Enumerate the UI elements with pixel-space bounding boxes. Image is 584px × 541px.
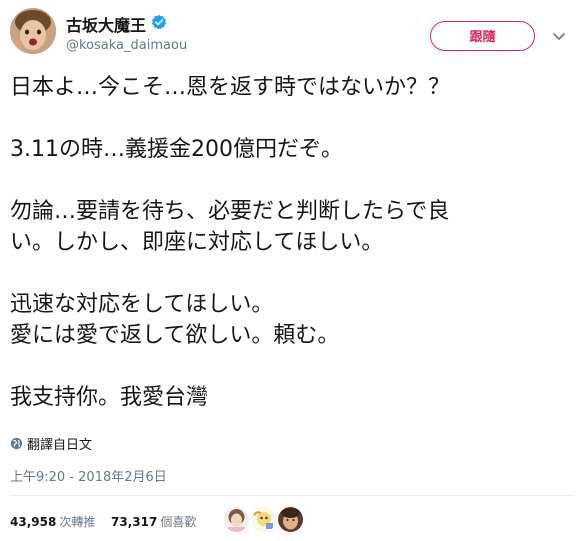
tweet-text: 日本よ…今こそ…恩を返す時ではないか？？ 3.11の時…義援金200億円だぞ。勿論… <box>10 72 575 413</box>
tweet-line: い。しかし、即座に対応してほしい。 <box>10 230 384 255</box>
verified-badge-icon <box>151 14 167 30</box>
retweet-label: 次轉推 <box>59 515 96 529</box>
user-handle[interactable]: @kosaka_daimaou <box>66 38 187 53</box>
globe-icon <box>10 437 23 450</box>
follow-button[interactable]: 跟隨 <box>430 21 535 51</box>
profile-photo-icon <box>10 8 56 54</box>
tweet-line: 3.11の時…義援金200億円だぞ。 <box>10 137 343 162</box>
tweet-card: 古坂大魔王 @kosaka_daimaou 跟隨 日本よ…今こそ…恩を返す時では… <box>0 0 584 541</box>
like-label: 個喜歡 <box>160 515 197 529</box>
profile-photo-icon <box>224 507 249 532</box>
like-stat[interactable]: 73,317 個喜歡 <box>111 513 196 530</box>
like-count: 73,317 <box>111 515 158 529</box>
divider <box>10 495 574 496</box>
tweet-line: 勿論…要請を待ち、必要だと判断したらで良 <box>10 199 450 224</box>
profile-photo-icon <box>278 507 303 532</box>
liker-avatar[interactable] <box>249 505 278 534</box>
retweet-count: 43,958 <box>10 515 57 529</box>
tweet-line: 我支持你。我愛台灣 <box>10 385 209 410</box>
timestamp[interactable]: 上午9:20 - 2018年2月6日 <box>10 466 167 485</box>
chevron-down-icon[interactable] <box>552 29 566 43</box>
translate-link[interactable]: 翻譯自日文 <box>27 434 92 453</box>
display-name[interactable]: 古坂大魔王 <box>66 12 146 36</box>
retweet-stat[interactable]: 43,958 次轉推 <box>10 513 95 530</box>
liker-avatar[interactable] <box>222 505 251 534</box>
avatar[interactable] <box>10 8 56 54</box>
profile-photo-icon <box>251 507 276 532</box>
tweet-line: 迅速な対応をしてほしい。 <box>10 292 274 317</box>
tweet-line: 日本よ…今こそ…恩を返す時ではないか？？ <box>10 75 451 100</box>
tweet-line: 愛には愛で返して欲しい。頼む。 <box>10 323 340 348</box>
liker-avatar[interactable] <box>276 505 305 534</box>
